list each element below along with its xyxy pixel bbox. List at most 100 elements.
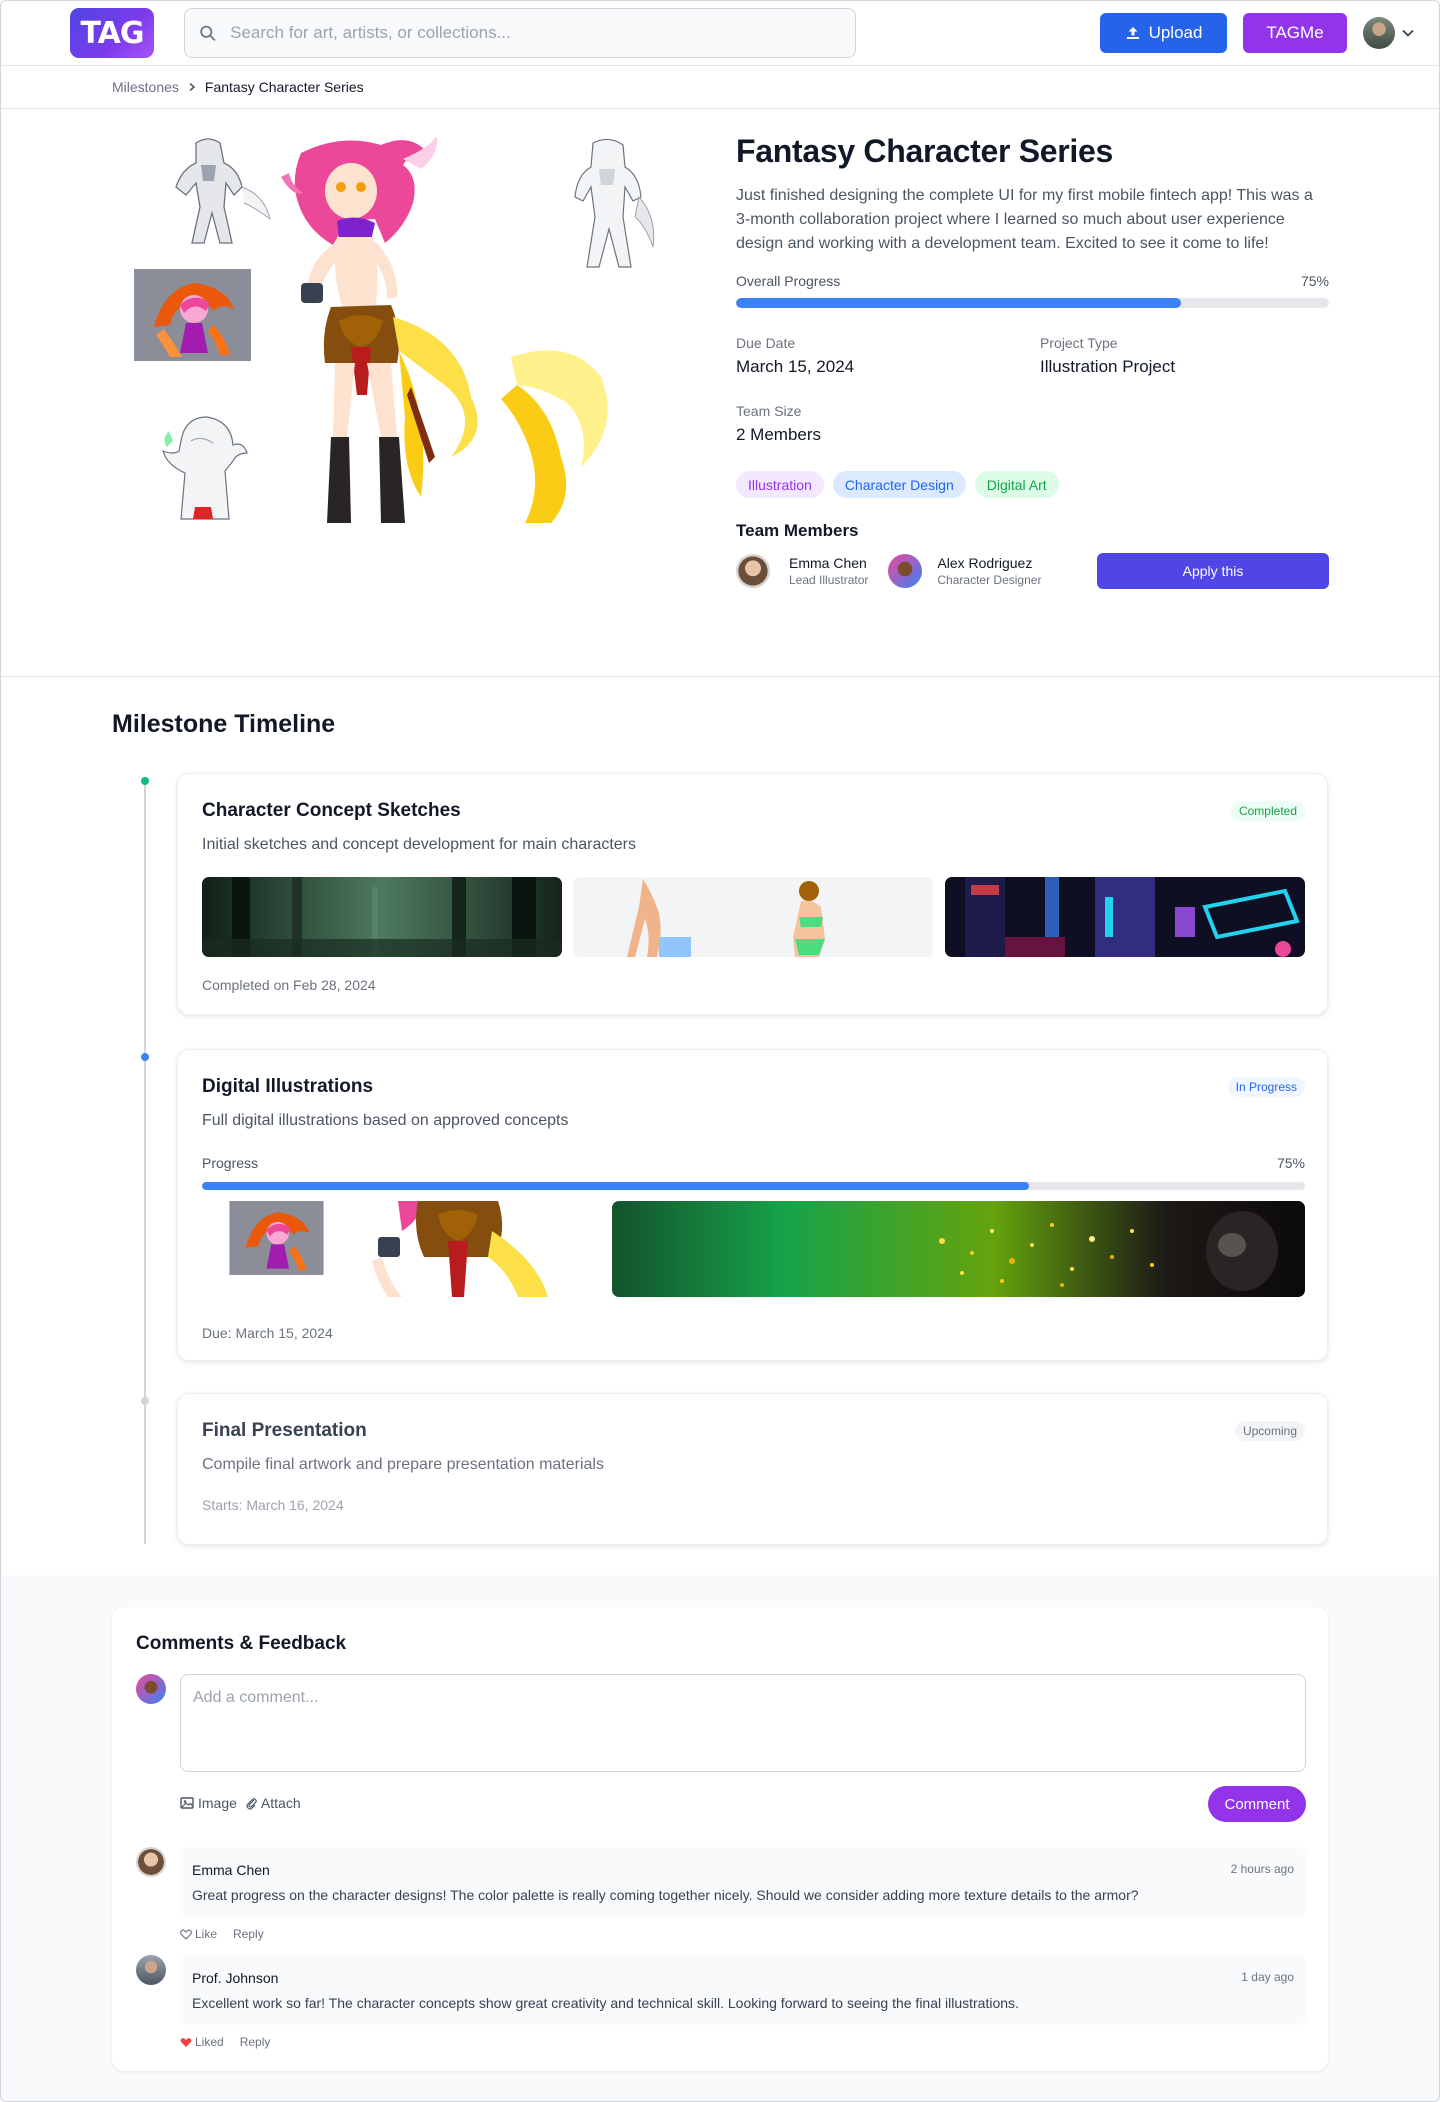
overall-progress-label: Overall Progress (736, 273, 841, 289)
comments-card: Comments & Feedback Image Attach Comment… (112, 1607, 1328, 2071)
forest-thumbnail[interactable] (202, 877, 562, 957)
reply-button[interactable]: Reply (240, 2035, 271, 2049)
search-bar[interactable] (184, 8, 856, 58)
sketch-thumbnail-3[interactable] (151, 411, 251, 521)
milestone-description: Compile final artwork and prepare presen… (202, 1456, 604, 1473)
sketch-thumbnail-2[interactable] (553, 137, 663, 277)
milestone-description: Full digital illustrations based on appr… (202, 1112, 569, 1129)
due-date-label: Due Date (736, 335, 796, 351)
milestone-progress-bar (202, 1182, 1305, 1190)
search-input[interactable] (230, 23, 855, 43)
member-role: Lead Illustrator (789, 573, 869, 587)
breadcrumb: Milestones Fantasy Character Series (1, 66, 1439, 109)
member-role: Character Designer (937, 573, 1042, 587)
milestone-progress-fill (202, 1182, 1030, 1190)
due-date-block: Due Date March 15, 2024 (736, 335, 1040, 377)
chevron-down-icon[interactable] (1401, 26, 1415, 40)
project-info: Fantasy Character Series Just finished d… (736, 133, 1329, 589)
tag-logo[interactable]: TAG (70, 8, 154, 58)
milestone-progress-header: Progress 75% (202, 1155, 1305, 1171)
member-name: Emma Chen (789, 555, 867, 571)
file-attach-button[interactable]: Attach (245, 1795, 301, 1811)
due-date-value: March 15, 2024 (736, 357, 855, 376)
milestone-footer: Due: March 15, 2024 (202, 1325, 333, 1341)
illustration-thumbnail-1[interactable] (223, 1201, 330, 1275)
like-button[interactable]: Liked (180, 2035, 224, 2049)
sketch-thumbnail-1[interactable] (146, 135, 276, 247)
figures-thumbnail[interactable] (573, 877, 933, 957)
member-alex-rodriguez[interactable]: Alex Rodriguez Character Designer (888, 554, 1041, 588)
member-emma-chen[interactable]: Emma Chen Lead Illustrator (736, 554, 868, 588)
heart-filled-icon (180, 2037, 192, 2047)
project-type-block: Project Type Illustration Project (1040, 335, 1329, 377)
comment-actions: Like Reply (180, 1927, 264, 1941)
milestone-progress-label: Progress (202, 1155, 259, 1171)
comment-text: Great progress on the character designs!… (192, 1887, 1139, 1903)
upload-button[interactable]: Upload (1100, 13, 1227, 53)
paperclip-icon (246, 1798, 257, 1810)
team-size-block: Team Size 2 Members (736, 403, 1040, 445)
tag-illustration[interactable]: Illustration (736, 471, 824, 498)
breadcrumb-current: Fantasy Character Series (204, 79, 364, 95)
color-thumbnail[interactable] (134, 269, 251, 361)
image-label: Image (198, 1795, 237, 1811)
illustration-thumbnail-2[interactable] (368, 1201, 558, 1297)
project-description: Just finished designing the complete UI … (736, 187, 1313, 252)
heart-outline-icon (180, 1929, 192, 1940)
like-label: Liked (195, 2035, 224, 2049)
timeline-dot-in-progress (141, 1053, 149, 1061)
image-attach-button[interactable]: Image (180, 1795, 237, 1811)
neon-city-thumbnail[interactable] (945, 877, 1305, 957)
milestone-card-1[interactable]: Character Concept Sketches Completed Ini… (177, 773, 1328, 1015)
comment-time: 1 day ago (1241, 1970, 1294, 1984)
comment-actions: Liked Reply (180, 2035, 270, 2049)
comment-item: Emma Chen 2 hours ago Great progress on … (180, 1847, 1306, 1917)
upload-label: Upload (1148, 23, 1203, 42)
reply-button[interactable]: Reply (233, 1927, 264, 1941)
overall-progress-bar (736, 298, 1329, 308)
milestone-card-2[interactable]: Digital Illustrations In Progress Full d… (177, 1049, 1328, 1361)
comments-title: Comments & Feedback (136, 1633, 347, 1654)
timeline-dot-completed (141, 777, 149, 785)
tag-character-design[interactable]: Character Design (832, 471, 966, 498)
comment-time: 2 hours ago (1230, 1862, 1294, 1876)
particle-thumbnail[interactable] (612, 1201, 1305, 1297)
overall-progress-value: 75% (1300, 273, 1329, 289)
team-members-row: Emma Chen Lead Illustrator Alex Rodrigue… (736, 553, 1329, 589)
timeline-title: Milestone Timeline (112, 710, 336, 738)
project-type-label: Project Type (1040, 335, 1118, 351)
project-title: Fantasy Character Series (736, 133, 1114, 169)
comment-author[interactable]: Prof. Johnson (192, 1970, 278, 1986)
milestone-timeline: Milestone Timeline Character Concept Ske… (1, 677, 1439, 1580)
comment-author[interactable]: Emma Chen (192, 1862, 270, 1878)
status-badge: In Progress (1227, 1077, 1305, 1097)
status-badge: Upcoming (1234, 1421, 1305, 1441)
apply-button[interactable]: Apply this (1097, 553, 1329, 589)
current-user-avatar (136, 1674, 166, 1704)
like-button[interactable]: Like (180, 1927, 217, 1941)
project-meta: Due Date March 15, 2024 Project Type Ill… (736, 335, 1329, 445)
breadcrumb-milestones-link[interactable]: Milestones (112, 79, 179, 95)
comment-submit-button[interactable]: Comment (1208, 1786, 1306, 1822)
comment-input[interactable] (180, 1674, 1306, 1772)
overall-progress-header: Overall Progress 75% (736, 273, 1329, 289)
image-icon (180, 1797, 194, 1809)
upload-icon (1126, 27, 1139, 39)
tagme-button[interactable]: TAGMe (1243, 13, 1347, 53)
project-tags: Illustration Character Design Digital Art (736, 471, 1329, 498)
comment-tools: Image Attach (180, 1795, 301, 1811)
chevron-right-icon (189, 82, 196, 92)
milestone-card-3[interactable]: Final Presentation Upcoming Compile fina… (177, 1393, 1328, 1545)
header-actions: Upload TAGMe (1100, 13, 1415, 53)
timeline-line (144, 782, 146, 1544)
milestone-footer: Completed on Feb 28, 2024 (202, 977, 376, 993)
milestone-title: Character Concept Sketches (202, 800, 461, 821)
comment-author-avatar (136, 1847, 166, 1877)
status-badge: Completed (1230, 801, 1305, 821)
top-header: TAG Upload TAGMe (1, 1, 1439, 66)
search-icon (200, 25, 216, 41)
user-avatar[interactable] (1363, 17, 1395, 49)
milestone-title: Final Presentation (202, 1420, 367, 1441)
tag-digital-art[interactable]: Digital Art (974, 471, 1059, 498)
overall-progress-fill (736, 298, 1181, 308)
